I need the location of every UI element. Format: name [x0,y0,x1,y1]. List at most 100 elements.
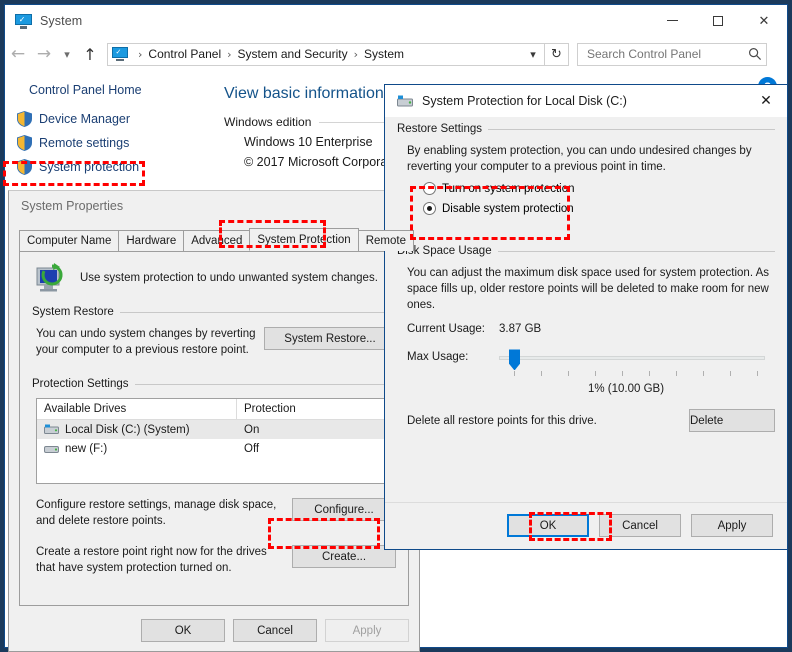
system-restore-row: You can undo system changes by reverting… [32,327,396,358]
tab-remote[interactable]: Remote [357,230,414,251]
shield-icon [17,135,32,151]
panel-intro-text: Use system protection to undo unwanted s… [80,272,378,284]
restore-settings-description: By enabling system protection, you can u… [407,145,752,174]
system-properties-titlebar: System Properties [9,191,419,221]
cancel-button[interactable]: Cancel [599,514,681,537]
current-usage-value: 3.87 GB [499,323,542,336]
apply-button[interactable]: Apply [691,514,773,537]
protection-settings-group: Protection Settings Available Drives Pro… [32,378,396,576]
delete-description: Delete all restore points for this drive… [407,414,597,427]
sidebar-item-label: Device Manager [39,112,131,126]
system-restore-icon [36,263,63,292]
tab-system-protection[interactable]: System Protection [249,228,359,251]
available-drives-table[interactable]: Available Drives Protection Local Disk (… [36,398,392,485]
system-restore-group: System Restore You can undo system chang… [32,306,396,358]
breadcrumb-system-and-security[interactable]: System and Security [237,47,349,61]
slider-track [499,356,765,361]
system-monitor-icon: ✓ [112,47,128,61]
table-header: Available Drives Protection [37,399,391,421]
system-drive-icon [44,424,59,435]
radio-label: Turn on system protection [442,182,575,195]
divider [385,502,787,503]
disk-space-description: You can adjust the maximum disk space us… [407,267,770,312]
maximize-icon[interactable] [695,5,741,36]
system-restore-button[interactable]: System Restore... [264,327,396,350]
sidebar-item-remote-settings[interactable]: Remote settings [5,131,210,155]
slider-ticks [499,371,765,377]
sidebar-item-control-panel-home[interactable]: Control Panel Home [5,71,210,97]
up-arrow-icon[interactable]: ↑ [77,45,103,64]
delete-button[interactable]: Delete [689,409,775,433]
table-row[interactable]: Local Disk (C:) (System) On [37,420,391,440]
protection-settings-legend: Protection Settings [32,378,396,390]
system-protection-dialog: System Protection for Local Disk (C:) ✕ … [384,84,788,550]
drive-label: new (F:) [65,442,108,455]
window-title: System [40,14,83,28]
drive-label: Local Disk (C:) (System) [65,423,190,436]
breadcrumb-control-panel[interactable]: Control Panel [147,47,222,61]
configure-button[interactable]: Configure... [292,498,396,522]
system-monitor-icon: ✓ [15,13,32,29]
dialog-title: System Properties [21,199,124,213]
ok-button[interactable]: OK [507,514,589,537]
navigation-bar: ← → ▾ ↑ ✓ › Control Panel › System and S… [5,37,787,71]
sidebar-item-label: Remote settings [39,136,130,150]
system-restore-description: You can undo system changes by reverting… [36,328,256,356]
system-properties-footer: OK Cancel Apply [141,619,409,642]
tab-computer-name[interactable]: Computer Name [19,230,120,251]
protection-dialog-title: System Protection for Local Disk (C:) [422,94,627,108]
radio-disable-system-protection[interactable]: Disable system protection [423,202,775,216]
breadcrumb-separator: › [227,47,232,61]
restore-settings-legend: Restore Settings [397,123,775,135]
sidebar-item-device-manager[interactable]: Device Manager [5,107,210,131]
current-usage-row: Current Usage: 3.87 GB [407,323,775,335]
slider-value-label: 1% (10.00 GB) [587,383,665,396]
refresh-icon[interactable]: ↻ [545,42,569,66]
max-usage-slider[interactable] [499,349,775,379]
window-titlebar: ✓ System ✕ [5,5,787,37]
system-restore-legend: System Restore [32,306,396,318]
divider [119,311,396,313]
drive-protection-state: On [244,423,260,436]
protection-dialog-body: Restore Settings By enabling system prot… [385,117,787,433]
chevron-down-icon[interactable]: ▾ [522,48,544,61]
tab-strip: Computer Name Hardware Advanced System P… [19,228,419,251]
slider-thumb[interactable] [509,349,520,371]
close-icon[interactable]: ✕ [741,5,787,36]
close-icon[interactable]: ✕ [745,86,787,117]
breadcrumb-separator: › [353,47,358,61]
radio-turn-on-system-protection[interactable]: Turn on system protection [423,182,775,196]
table-row[interactable]: new (F:) Off [37,439,391,458]
apply-button: Apply [325,619,409,642]
create-button[interactable]: Create... [292,545,396,569]
drive-icon [44,446,59,454]
tab-advanced[interactable]: Advanced [183,230,251,251]
configure-row: Configure restore settings, manage disk … [32,498,396,529]
search-input[interactable] [585,46,748,62]
ok-button[interactable]: OK [141,619,225,642]
forward-arrow-icon[interactable]: → [31,41,57,67]
breadcrumb-separator: › [138,47,143,61]
shield-icon [17,159,32,175]
sidebar-item-system-protection[interactable]: System protection [5,155,210,179]
protection-dialog-footer: OK Cancel Apply [507,514,773,537]
search-control-panel-box[interactable] [577,42,767,66]
drive-protection-state: Off [244,442,260,455]
minimize-icon[interactable] [649,5,695,36]
column-header-available-drives: Available Drives [37,399,237,420]
recent-locations-icon[interactable]: ▾ [57,41,77,67]
system-protection-panel: Use system protection to undo unwanted s… [19,251,409,606]
max-usage-slider-row: Max Usage: [407,349,775,379]
back-arrow-icon[interactable]: ← [5,41,31,67]
max-usage-label: Max Usage: [407,351,469,364]
breadcrumb-system[interactable]: System [363,47,405,61]
current-usage-label: Current Usage: [407,323,485,336]
cancel-button[interactable]: Cancel [233,619,317,642]
create-row: Create a restore point right now for the… [32,545,396,576]
divider [497,250,775,252]
address-bar[interactable]: ✓ › Control Panel › System and Security … [107,42,545,66]
screenshot-root: ✓ System ✕ ← → ▾ ↑ ✓ › Control Panel › S… [0,0,792,652]
radio-label: Disable system protection [442,202,574,215]
tab-hardware[interactable]: Hardware [118,230,185,251]
shield-icon [17,111,32,127]
